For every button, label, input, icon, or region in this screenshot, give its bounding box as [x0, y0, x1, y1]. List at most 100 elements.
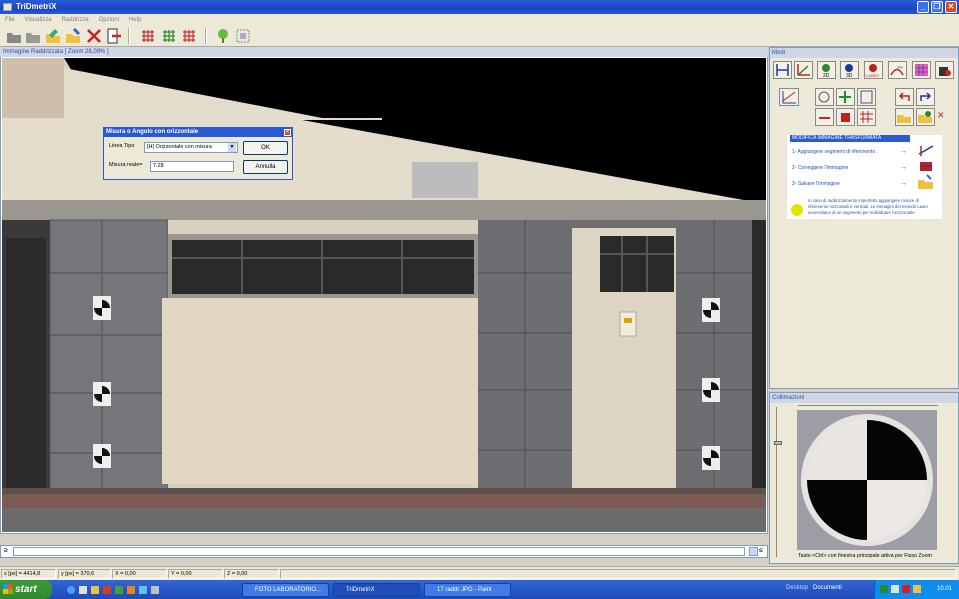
- status-empty: [280, 569, 956, 579]
- toolbar-separator: [128, 28, 130, 44]
- grid-b-icon[interactable]: [161, 28, 177, 44]
- arrow-icon: →: [900, 180, 907, 187]
- edit-tool-icon[interactable]: [836, 108, 855, 126]
- step-3: 3- Salvare l'immagine: [792, 181, 840, 187]
- crosshair-tool-icon[interactable]: [836, 88, 855, 106]
- undo-icon[interactable]: [895, 88, 914, 106]
- list-icon[interactable]: [749, 547, 758, 556]
- clock: 10.01: [937, 586, 953, 592]
- wizard-icon[interactable]: [45, 28, 61, 44]
- curve-icon[interactable]: P?: [888, 61, 907, 79]
- swap-tool-icon[interactable]: [815, 108, 834, 126]
- open-folder-icon[interactable]: [6, 28, 22, 44]
- dialog-title: Misura o Angolo con orizzontale: [104, 128, 292, 137]
- task-paint-label: 17 raddr JPG - Paint: [437, 587, 492, 593]
- desktop-toolbar-label[interactable]: Desktop: [786, 585, 808, 591]
- exit-icon[interactable]: [106, 28, 122, 44]
- save-icon[interactable]: [25, 28, 41, 44]
- media-icon[interactable]: [102, 586, 111, 594]
- status-y: Y = 0,00: [168, 569, 223, 579]
- move-tool-icon[interactable]: [815, 88, 834, 106]
- dialog-close-icon[interactable]: ✕: [284, 129, 291, 136]
- maximize-button[interactable]: ❐: [931, 1, 943, 13]
- 3d-icon[interactable]: 3D: [840, 61, 859, 79]
- network-icon[interactable]: [880, 585, 888, 593]
- explorer-icon[interactable]: [90, 586, 99, 594]
- zoom-ruler: [776, 407, 779, 557]
- folder-edit-icon[interactable]: [895, 108, 914, 126]
- minimize-button[interactable]: _: [917, 1, 929, 13]
- title-bar: TriDmetriX _ ❐ ✕: [0, 0, 959, 14]
- ok-button[interactable]: OK: [243, 141, 288, 155]
- target-zoom-view[interactable]: [797, 410, 937, 550]
- volume-icon[interactable]: [891, 585, 899, 593]
- palette-icon[interactable]: [912, 61, 931, 79]
- task-paint[interactable]: 17 raddr JPG - Paint: [424, 583, 511, 597]
- update-icon[interactable]: [913, 585, 921, 593]
- correct-image-icon[interactable]: [917, 158, 935, 174]
- grid-tool-icon[interactable]: [857, 108, 876, 126]
- list-tool-icon[interactable]: [857, 88, 876, 106]
- line-type-select[interactable]: [H] Orizzontale con misura ▼: [144, 142, 238, 153]
- documents-toolbar-label[interactable]: Documenti: [813, 585, 842, 591]
- modes-panel-caption: Modi: [770, 48, 958, 58]
- status-z: Z = 0,00: [224, 569, 279, 579]
- app-icon: [3, 3, 12, 11]
- arrow-icon: →: [900, 164, 907, 171]
- quick-launch: [66, 584, 238, 596]
- redo-icon[interactable]: [916, 88, 935, 106]
- paint-icon[interactable]: [935, 61, 954, 79]
- 3d-label: 3D: [846, 73, 853, 78]
- line-type-label: Linea Tipo: [109, 143, 135, 149]
- measure-label: Misura reale=: [109, 162, 143, 168]
- 2d-icon[interactable]: 2D: [817, 61, 836, 79]
- toolbar: [0, 25, 959, 47]
- firefox-icon[interactable]: [126, 586, 135, 594]
- measure-input[interactable]: 7.28: [150, 161, 234, 172]
- rectify-icon[interactable]: [65, 28, 81, 44]
- folder-star-icon[interactable]: [916, 108, 935, 126]
- 2d-label: 2D: [823, 73, 830, 78]
- measure-dialog: Misura o Angolo con orizzontale ✕ Linea …: [103, 127, 293, 180]
- grid-c-icon[interactable]: [181, 28, 197, 44]
- help-note: In caso di raddrizzamento imperfetto agg…: [808, 198, 929, 215]
- app-icon[interactable]: [114, 586, 123, 594]
- desktop-icon[interactable]: [78, 586, 87, 594]
- command-right-label: ≤: [759, 547, 763, 554]
- help-title: MODIFICA IMMAGINE TRASFORMATA: [790, 135, 910, 142]
- task-foto[interactable]: FOTO LABORATORIO...: [242, 583, 329, 597]
- messenger-icon[interactable]: [138, 586, 147, 594]
- frame-icon[interactable]: [235, 28, 251, 44]
- collimation-hint: Tasto <Ctrl> con finestra principale att…: [798, 553, 932, 559]
- task-tridmetrix-label: TriDmetriX: [346, 587, 375, 593]
- close-button[interactable]: ✕: [945, 1, 957, 13]
- system-tray: 10.01: [874, 580, 959, 599]
- segment-icon[interactable]: [917, 142, 935, 158]
- collimation-panel-caption: Collimazioni: [770, 393, 958, 403]
- corner-icon[interactable]: [794, 61, 813, 79]
- target-zoom-icon: [797, 410, 937, 550]
- laser-icon[interactable]: LASER: [864, 61, 883, 79]
- tree-icon[interactable]: [215, 28, 231, 44]
- save-image-icon[interactable]: [917, 174, 935, 190]
- step-1: 1- Aggiungere segmenti di riferimento: [792, 149, 876, 155]
- tool-icon[interactable]: [150, 586, 159, 594]
- graph-tool-icon[interactable]: [779, 88, 799, 106]
- delete-icon[interactable]: [86, 28, 102, 44]
- chevron-down-icon[interactable]: ▼: [228, 143, 236, 152]
- status-xpx: x [px] = 4414,8: [1, 569, 56, 579]
- start-button[interactable]: start: [0, 580, 52, 599]
- curve-label: P?: [898, 65, 904, 70]
- axes-icon[interactable]: [773, 61, 792, 79]
- step-2: 2- Correggere l'immagine: [792, 165, 849, 171]
- grid-a-icon[interactable]: [140, 28, 156, 44]
- close-mode-icon[interactable]: ✕: [937, 110, 945, 121]
- task-tridmetrix[interactable]: TriDmetriX: [333, 583, 420, 597]
- security-icon[interactable]: [902, 585, 910, 593]
- command-input[interactable]: [13, 547, 745, 556]
- ie-icon[interactable]: [67, 586, 75, 594]
- command-prompt: ≥: [4, 547, 8, 554]
- arrow-icon: →: [900, 148, 907, 155]
- zoom-slider-thumb[interactable]: [774, 441, 782, 445]
- cancel-button[interactable]: Annulla: [243, 160, 288, 174]
